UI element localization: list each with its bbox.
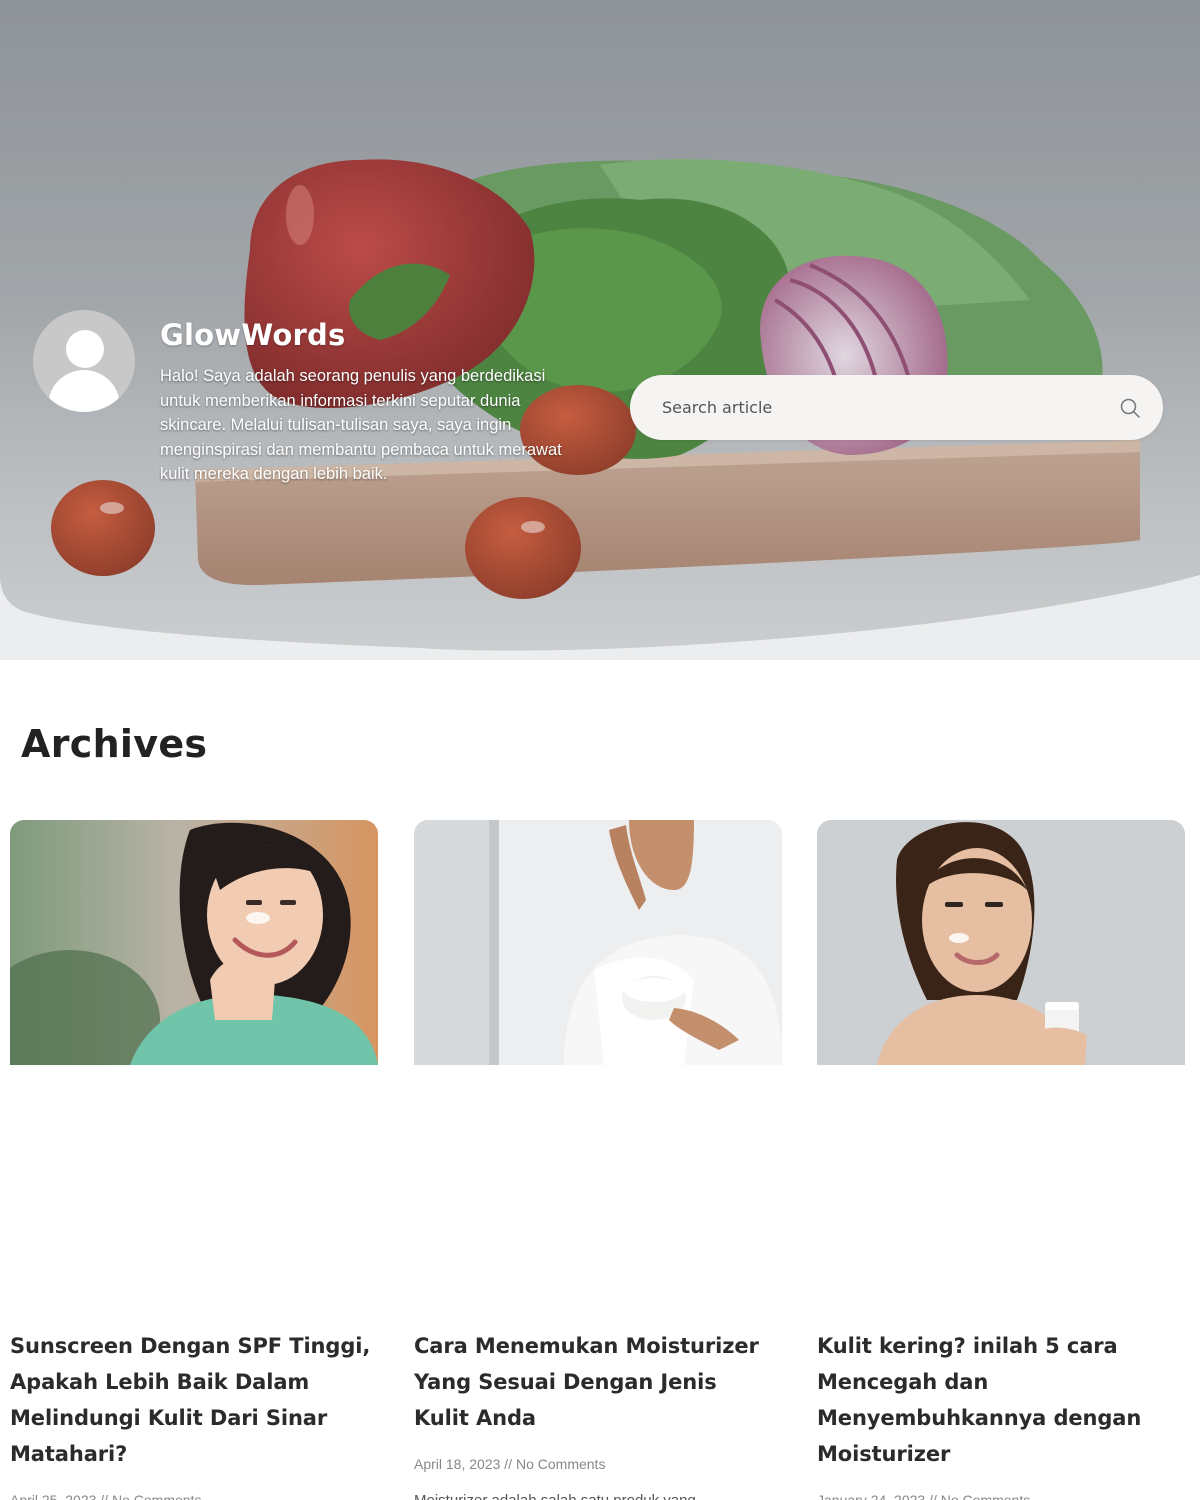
avatar-body-shape xyxy=(48,370,120,412)
search-input[interactable] xyxy=(662,375,1102,440)
post-title-link[interactable]: Sunscreen Dengan SPF Tinggi, Apakah Lebi… xyxy=(10,1328,372,1472)
post-title-link[interactable]: Cara Menemukan Moisturizer Yang Sesuai D… xyxy=(414,1328,776,1436)
meta-separator: // xyxy=(96,1492,112,1500)
post-meta: April 18, 2023 // No Comments xyxy=(414,1456,776,1472)
avatar-head-shape xyxy=(66,330,104,368)
search-icon[interactable] xyxy=(1119,397,1141,419)
post-meta: April 25, 2023 // No Comments xyxy=(10,1492,372,1500)
post-date: April 18, 2023 xyxy=(414,1456,501,1472)
post-comments-link[interactable]: No Comments xyxy=(516,1456,605,1472)
hero-banner: GlowWords Halo! Saya adalah seorang penu… xyxy=(0,0,1200,660)
meta-separator: // xyxy=(500,1456,516,1472)
post-thumbnail-link[interactable] xyxy=(414,820,782,1065)
post-thumbnail-link[interactable] xyxy=(10,820,378,1065)
post-title-link[interactable]: Kulit kering? inilah 5 cara Mencegah dan… xyxy=(817,1328,1179,1472)
post-card: Cara Menemukan Moisturizer Yang Sesuai D… xyxy=(414,820,782,1500)
site-description: Halo! Saya adalah seorang penulis yang b… xyxy=(160,367,562,484)
site-title: GlowWords xyxy=(160,318,346,352)
post-thumbnail-image xyxy=(414,820,782,1065)
post-date: April 25, 2023 xyxy=(10,1492,97,1500)
meta-separator: // xyxy=(925,1492,941,1500)
post-card: Sunscreen Dengan SPF Tinggi, Apakah Lebi… xyxy=(10,820,378,1500)
post-thumbnail-link[interactable] xyxy=(817,820,1185,1065)
post-comments-link[interactable]: No Comments xyxy=(112,1492,201,1500)
author-avatar xyxy=(33,310,135,412)
archives-heading: Archives xyxy=(21,722,208,766)
post-thumbnail-image xyxy=(10,820,378,1065)
post-date: January 24, 2023 xyxy=(817,1492,926,1500)
post-excerpt: Moisturizer adalah salah satu produk yan… xyxy=(414,1492,776,1500)
post-meta: January 24, 2023 // No Comments xyxy=(817,1492,1179,1500)
post-thumbnail-image xyxy=(817,820,1185,1065)
search-form xyxy=(630,375,1163,440)
post-card: Kulit kering? inilah 5 cara Mencegah dan… xyxy=(817,820,1185,1500)
post-comments-link[interactable]: No Comments xyxy=(941,1492,1030,1500)
